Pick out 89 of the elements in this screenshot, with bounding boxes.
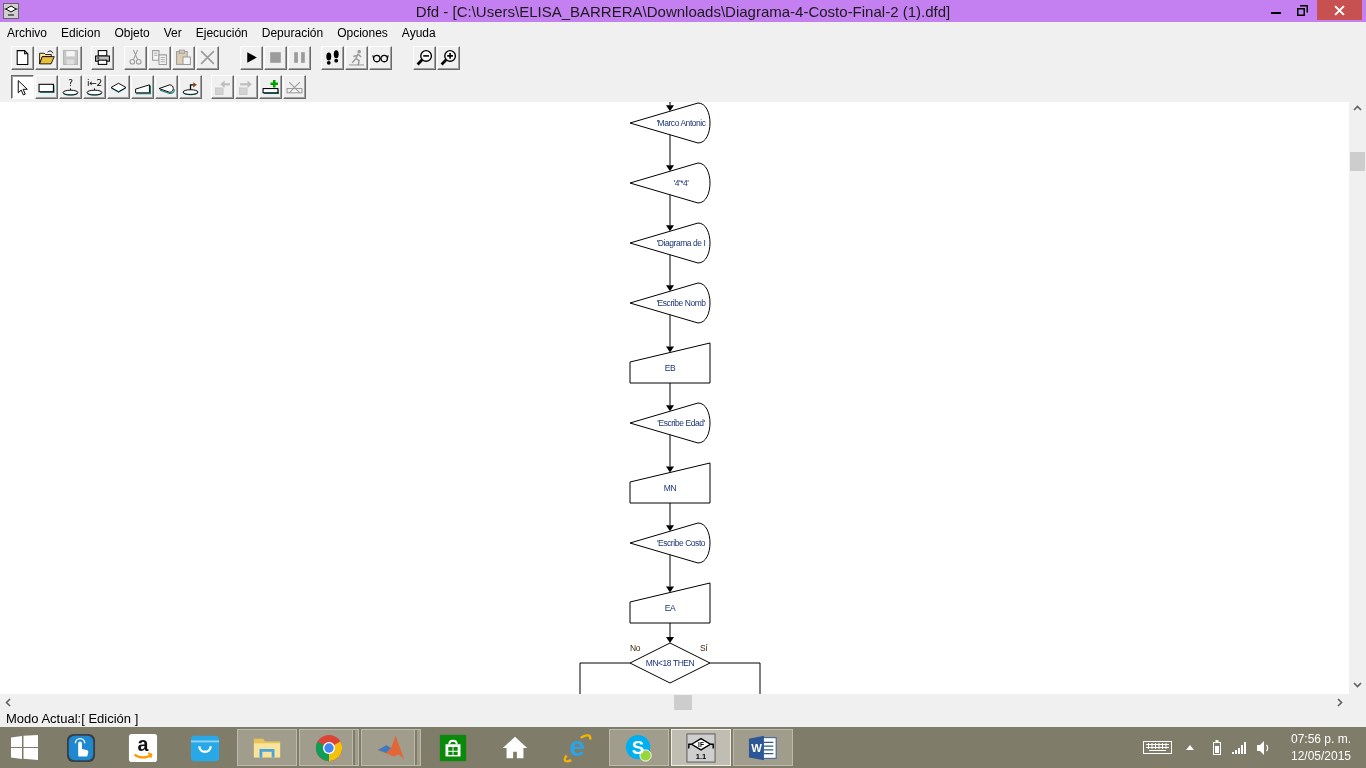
toolbar-button[interactable] [91,45,114,70]
touch-hand-icon [66,732,96,763]
flow-arrow [666,622,674,643]
keyboard-icon[interactable] [1143,741,1172,754]
node-text: MN [663,483,677,493]
circle-logo-icon [314,732,344,763]
chevron-down-icon[interactable] [1353,682,1362,688]
flow-arrow [666,502,674,532]
signal-bars-icon[interactable] [1232,741,1246,754]
disc-icon [86,88,103,96]
letter-smile-icon: a [128,732,158,763]
chevron-right-icon[interactable] [1337,697,1343,707]
taskbar-button[interactable]: W [733,729,793,766]
chevron-left-icon[interactable] [5,697,11,707]
caret-up-icon[interactable] [1186,745,1194,750]
menu-item[interactable]: Ayuda [394,23,443,42]
node-text: 'Diagrama de I [656,238,706,248]
insert-right-icon [238,78,255,96]
flow-arrow [666,554,674,593]
flow-arrow [666,314,674,353]
chevron-up-icon[interactable] [1353,105,1362,111]
toolbar-button[interactable] [437,45,460,70]
toolbar-button[interactable] [35,45,58,70]
node-text: '4'*4' [673,178,689,188]
shape-tool-button[interactable]: ? [59,75,82,99]
store-bag-icon [438,732,468,763]
clock-button[interactable]: 07:56 p. m. 12/05/2015 [1284,727,1358,768]
node-text: MN<18 THEN [645,658,695,668]
window-title: Dfd - [C:\Users\ELISA_BARRERA\Downloads\Diagrama-4-Costo-Final-2 (1).dfd] [415,2,951,20]
copy-pages-icon [151,49,168,66]
new-file-icon [14,49,31,66]
printer-icon [94,49,111,66]
add-bar-icon [262,78,279,96]
flow-arrow [666,382,674,412]
taskbar-button[interactable]: a [113,729,173,766]
running-person-icon [348,49,365,66]
menu-item[interactable]: Edicion [54,23,108,42]
node-text: 'Marco Antonic [656,118,706,128]
node-text: EB [664,363,676,373]
menu-item[interactable]: Objeto [107,23,157,42]
node-text: 'Escribe Nomb [656,298,706,308]
menu-item[interactable]: Archivo [0,23,54,42]
disc-icon [62,88,79,96]
flow-arrow [666,254,674,292]
toolbar-button[interactable] [413,45,436,70]
branch-line [579,662,631,694]
speaker-icon[interactable] [1257,740,1270,755]
branch-label: No [630,643,641,653]
branch-label: Sí [700,643,708,653]
flow-arrow [666,134,674,172]
app-icon [3,3,19,19]
status-text: Modo Actual:[ Edición ] [6,711,139,726]
toolbar-button[interactable] [11,45,34,70]
pause-icon [291,49,308,66]
toolbar-button[interactable] [240,45,263,70]
shape-tool-button[interactable] [11,75,34,99]
menu-item[interactable]: Ver [156,23,189,42]
shape-tool-button[interactable]: i←2 [83,75,106,99]
clipboard-icon [175,49,192,66]
start-icon [11,735,38,760]
open-folder-icon [38,49,55,66]
menu-item[interactable]: Ejecución [188,23,255,42]
node-text: EA [664,603,676,613]
zoom-in-icon [440,49,457,66]
zoom-out-icon [416,49,433,66]
cross-icon [199,49,216,66]
flow-arrow [666,102,674,112]
node-text: 'Escribe Costo [656,538,706,548]
scrollbar-thumb[interactable] [1350,152,1365,171]
restore-icon [1296,4,1308,16]
close-icon [1334,4,1345,16]
toolbar-button[interactable] [369,45,392,70]
menu-item[interactable]: Opciones [330,23,395,42]
flow-arrow [666,194,674,232]
scrollbar-thumb[interactable] [673,694,692,710]
edit-tool-button[interactable] [259,75,282,99]
branch-line [709,662,761,694]
insert-left-icon [214,78,231,96]
stop-icon [267,49,284,66]
minimize-icon [1271,11,1281,14]
footprints-icon [324,49,341,66]
close-button[interactable] [1317,0,1362,20]
toolbar-button[interactable] [321,45,344,70]
diagram-canvas[interactable]: 'Marco Antonic '4'*4' 'Diagrama de I 'Escribe Nomb EB 'Escribe Edad' MN 'Escribe Costo EA MN<18 THEN No Sí [0,102,1349,694]
scissors-icon [127,49,144,66]
battery-icon[interactable] [1213,740,1221,755]
flow-arrow [666,434,674,473]
menu-item[interactable]: Depuración [254,23,331,42]
node-text: 'Escribe Edad' [657,418,705,428]
